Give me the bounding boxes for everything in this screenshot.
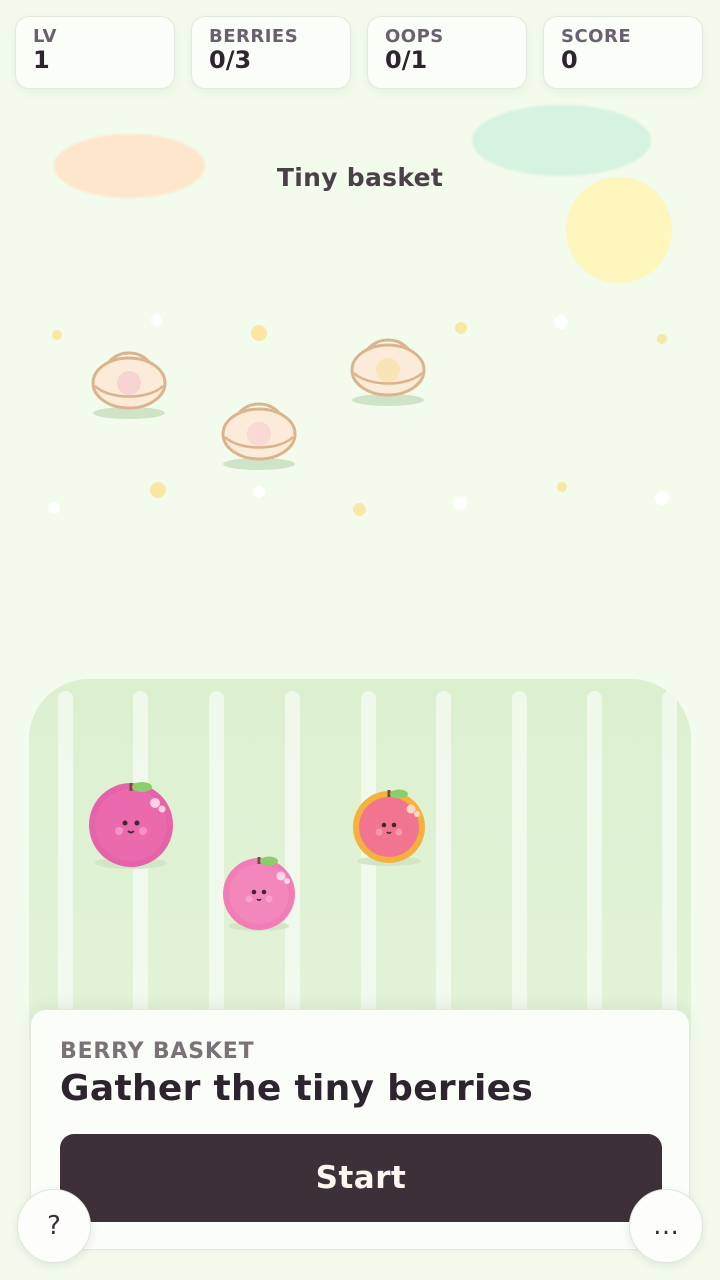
sparkle-dot: [251, 325, 267, 341]
sparkle-dot: [657, 334, 667, 344]
basket-right[interactable]: [348, 327, 428, 407]
berry-garden: [29, 679, 691, 1039]
help-icon: ?: [47, 1211, 61, 1241]
oops-stat: OOPS 0/1: [367, 16, 527, 89]
level-value: 1: [33, 46, 50, 74]
level-title: Tiny basket: [276, 163, 444, 192]
level-stat: LV 1: [15, 16, 175, 89]
sun: [566, 177, 672, 283]
score-value: 0: [561, 46, 578, 74]
sparkle-dot: [253, 486, 265, 498]
berries-stat: BERRIES 0/3: [191, 16, 351, 89]
start-button[interactable]: Start: [60, 1134, 662, 1222]
sparkle-dot: [48, 502, 60, 514]
basket-right-content: [376, 358, 400, 382]
berry-magenta[interactable]: [85, 781, 179, 873]
berry-pink[interactable]: [219, 856, 299, 934]
sparkle-dot: [150, 482, 166, 498]
game-headline: Gather the tiny berries: [60, 1068, 534, 1109]
sparkle-dot: [353, 503, 366, 516]
sparkle-dot: [151, 314, 163, 326]
garden-stripe: [512, 691, 527, 1021]
sparkle-dot: [557, 482, 567, 492]
oops-value: 0/1: [385, 46, 428, 74]
berries-value: 0/3: [209, 46, 252, 74]
sparkle-dot: [655, 491, 669, 505]
sparkle-dot: [455, 322, 467, 334]
garden-stripe: [58, 691, 73, 1021]
more-button[interactable]: …: [629, 1189, 703, 1263]
score-label: SCORE: [561, 26, 632, 47]
sparkle-dot: [554, 315, 568, 329]
garden-stripe: [587, 691, 602, 1021]
basket-middle[interactable]: [219, 391, 299, 471]
berry-peach[interactable]: [349, 789, 429, 867]
help-button[interactable]: ?: [17, 1189, 91, 1263]
garden-stripe: [436, 691, 451, 1021]
sparkle-dot: [453, 496, 467, 510]
score-stat: SCORE 0: [543, 16, 703, 89]
hud-bar: LV 1 BERRIES 0/3 OOPS 0/1 SCORE 0: [15, 16, 705, 92]
basket-middle-content: [247, 422, 271, 446]
basket-left-content: [117, 371, 141, 395]
intro-card: BERRY BASKET Gather the tiny berries Sta…: [30, 1009, 690, 1250]
game-kicker: BERRY BASKET: [60, 1039, 255, 1064]
oops-label: OOPS: [385, 26, 444, 47]
level-label: LV: [33, 26, 57, 47]
more-icon: …: [653, 1211, 679, 1241]
basket-left[interactable]: [89, 340, 169, 420]
sparkle-dot: [52, 330, 62, 340]
garden-stripe: [662, 691, 677, 1021]
berries-label: BERRIES: [209, 26, 299, 47]
